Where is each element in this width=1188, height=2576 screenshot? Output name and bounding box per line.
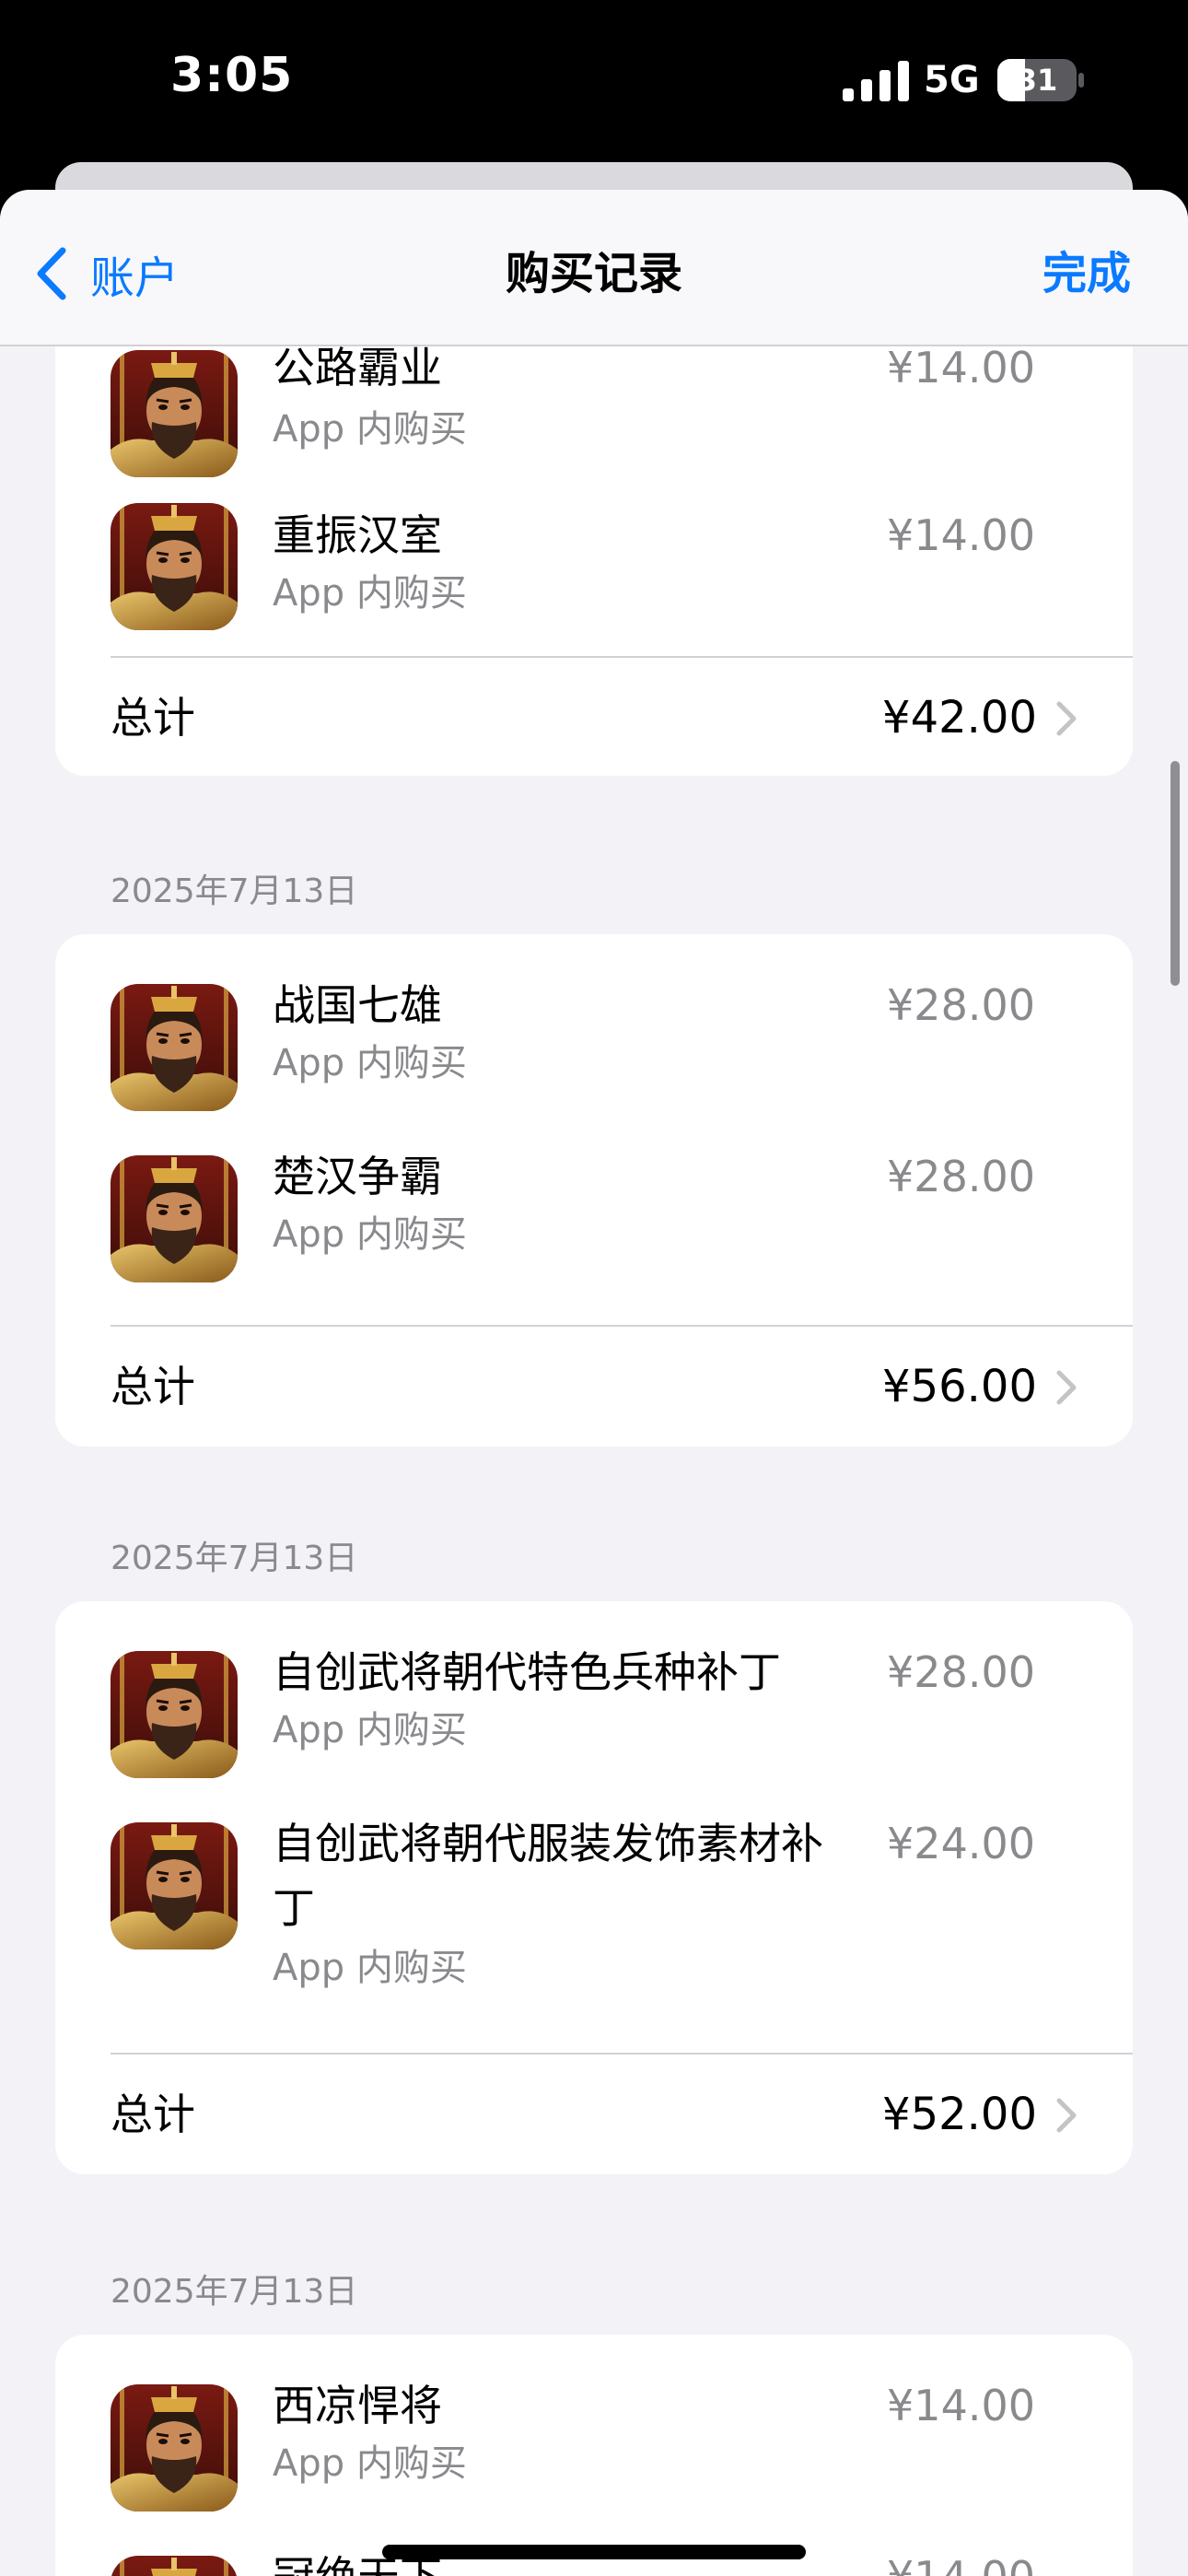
item-type: App 内购买 <box>273 1709 467 1751</box>
purchase-history-sheet: 公路霸业 App 内购买 ¥14.00 重振汉室 App 内购买 ¥14.00 … <box>0 190 1188 2576</box>
warlord-portrait-icon <box>111 2384 238 2512</box>
purchase-item[interactable]: 西凉悍将 App 内购买 ¥14.00 <box>55 2335 1133 2506</box>
item-type: App 内购买 <box>273 1042 467 1084</box>
purchase-card: 公路霸业 App 内购买 ¥14.00 重振汉室 App 内购买 ¥14.00 … <box>55 310 1133 776</box>
warlord-portrait-icon <box>111 1651 238 1778</box>
chevron-right-icon <box>1056 1370 1077 1405</box>
purchase-item[interactable]: 冠绝天下 ¥14.00 <box>55 2506 1133 2576</box>
item-price: ¥28.00 <box>887 980 1035 1030</box>
total-row[interactable]: 总计 ¥42.00 <box>55 658 1133 776</box>
item-name-line2: 丁 <box>273 1883 315 1933</box>
game-app-icon <box>111 2556 238 2576</box>
item-type: App 内购买 <box>273 408 467 451</box>
purchase-item[interactable]: 楚汉争霸 App 内购买 ¥28.00 <box>55 1106 1133 1277</box>
item-price: ¥24.00 <box>887 1819 1035 1868</box>
battery-icon: 31 <box>997 59 1084 101</box>
purchase-card: 战国七雄 App 内购买 ¥28.00 楚汉争霸 App 内购买 ¥28.00 … <box>55 934 1133 1446</box>
scrollbar[interactable] <box>1171 761 1180 986</box>
game-app-icon <box>111 2384 238 2512</box>
warlord-portrait-icon <box>111 350 238 477</box>
status-time: 3:05 <box>170 48 294 103</box>
game-app-icon <box>111 1822 238 1950</box>
total-label: 总计 <box>111 693 195 743</box>
home-indicator[interactable] <box>382 2545 806 2559</box>
network-type: 5G <box>924 59 980 101</box>
purchase-card: 西凉悍将 App 内购买 ¥14.00 冠绝天下 ¥14.00 <box>55 2335 1133 2576</box>
warlord-portrait-icon <box>111 2556 238 2576</box>
cellular-signal-icon <box>843 61 909 101</box>
done-button[interactable]: 完成 <box>1042 241 1131 306</box>
game-app-icon <box>111 984 238 1111</box>
total-row[interactable]: 总计 ¥56.00 <box>55 1327 1133 1446</box>
item-name: 重振汉室 <box>273 510 442 560</box>
item-price: ¥14.00 <box>887 510 1035 560</box>
game-app-icon <box>111 1155 238 1282</box>
item-name: 西凉悍将 <box>273 2381 442 2430</box>
item-type: App 内购买 <box>273 1947 467 1989</box>
item-type: App 内购买 <box>273 2442 467 2485</box>
warlord-portrait-icon <box>111 1155 238 1282</box>
screen: 3:05 5G 31 公路霸业 App 内购买 ¥14.00 重振汉室 App … <box>0 0 1188 2576</box>
purchase-card: 自创武将朝代特色兵种补丁 App 内购买 ¥28.00 自创武将朝代服装发饰素材… <box>55 1601 1133 2174</box>
game-app-icon <box>111 503 238 630</box>
total-row[interactable]: 总计 ¥52.00 <box>55 2055 1133 2174</box>
warlord-portrait-icon <box>111 984 238 1111</box>
item-price: ¥28.00 <box>887 1647 1035 1697</box>
total-label: 总计 <box>111 1362 195 1411</box>
purchase-item[interactable]: 自创武将朝代特色兵种补丁 App 内购买 ¥28.00 <box>55 1601 1133 1773</box>
item-price: ¥14.00 <box>887 2545 1035 2576</box>
item-price: ¥28.00 <box>887 1152 1035 1201</box>
date-header: 2025年7月13日 <box>111 2273 358 2311</box>
item-name-line1: 自创武将朝代服装发饰素材补 <box>273 1819 823 1868</box>
page-title: 购买记录 <box>505 248 682 299</box>
item-name: 战国七雄 <box>273 980 442 1030</box>
total-value: ¥42.00 <box>882 692 1037 744</box>
game-app-icon <box>111 350 238 477</box>
chevron-right-icon <box>1056 701 1077 736</box>
total-label: 总计 <box>111 2090 195 2139</box>
item-type: App 内购买 <box>273 572 467 615</box>
chevron-right-icon <box>1056 2098 1077 2133</box>
total-value: ¥56.00 <box>882 1361 1037 1412</box>
navigation-bar: 账户 购买记录 完成 <box>0 190 1188 346</box>
item-price: ¥14.00 <box>887 2381 1035 2430</box>
date-header: 2025年7月13日 <box>111 1540 358 1577</box>
game-app-icon <box>111 1651 238 1778</box>
battery-level: 31 <box>1016 63 1058 98</box>
warlord-portrait-icon <box>111 503 238 630</box>
purchase-item[interactable]: 战国七雄 App 内购买 ¥28.00 <box>55 934 1133 1106</box>
total-value: ¥52.00 <box>882 2089 1037 2140</box>
item-name: 楚汉争霸 <box>273 1152 442 1201</box>
item-name: 自创武将朝代特色兵种补丁 <box>273 1647 781 1697</box>
warlord-portrait-icon <box>111 1822 238 1950</box>
purchase-item[interactable]: 自创武将朝代服装发饰素材补 丁 App 内购买 ¥24.00 <box>55 1773 1133 2007</box>
date-header: 2025年7月13日 <box>111 872 358 910</box>
item-type: App 内购买 <box>273 1213 467 1256</box>
purchase-item[interactable]: 重振汉室 App 内购买 ¥14.00 <box>55 481 1133 652</box>
